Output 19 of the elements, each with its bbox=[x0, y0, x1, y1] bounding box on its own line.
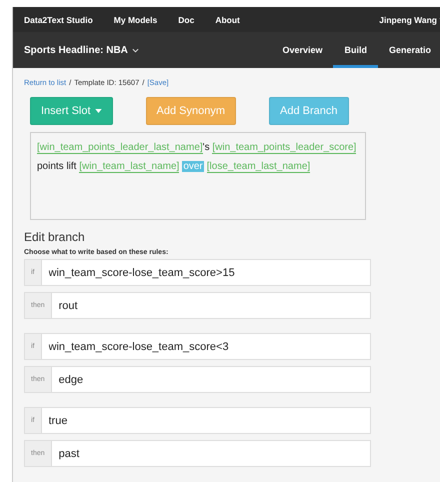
model-dropdown[interactable]: Sports Headline: NBA bbox=[24, 32, 139, 68]
user-menu[interactable]: Jinpeng Wang bbox=[379, 14, 440, 24]
nav-tab[interactable]: Overview bbox=[271, 32, 334, 68]
nav-link[interactable]: My Models bbox=[114, 14, 158, 24]
result-field[interactable]: edge bbox=[50, 366, 371, 393]
condition-field[interactable]: true bbox=[40, 407, 371, 434]
caret-icon bbox=[132, 48, 139, 52]
nav-link[interactable]: Doc bbox=[178, 14, 194, 24]
result-field[interactable]: past bbox=[50, 440, 371, 467]
condition-field[interactable]: win_team_score-lose_team_score>15 bbox=[40, 259, 371, 286]
result-field[interactable]: rout bbox=[50, 292, 371, 319]
nav-link[interactable]: About bbox=[215, 14, 240, 24]
nav-link[interactable]: Data2Text Studio bbox=[24, 14, 93, 24]
condition-field[interactable]: win_team_score-lose_team_score<3 bbox=[40, 333, 371, 360]
template-text: 's bbox=[202, 142, 211, 153]
section-title: Edit branch bbox=[24, 230, 86, 244]
nav-tab[interactable]: Generatio bbox=[378, 32, 440, 68]
template-text: points lift bbox=[37, 161, 78, 172]
nav-tab[interactable]: Build bbox=[333, 32, 378, 68]
